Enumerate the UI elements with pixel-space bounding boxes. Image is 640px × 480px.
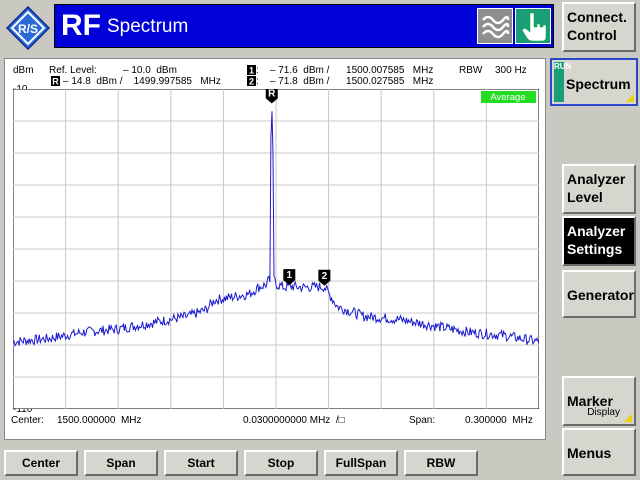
rbw-label: RBW	[459, 65, 483, 76]
analyzer-settings-button[interactable]: Analyzer Settings	[562, 216, 636, 266]
svg-text:R: R	[52, 77, 59, 87]
svg-text:1: 1	[287, 270, 293, 281]
svg-text:2: 2	[322, 271, 328, 282]
marker-display-label: Display	[587, 407, 620, 418]
r-marker-icon: R	[51, 76, 60, 86]
marker-1-readout: : – 71.6 dBm / 1500.007585 MHz	[256, 65, 434, 76]
corner-flag-icon	[626, 94, 634, 102]
center-value: 1500.000000 MHz	[57, 415, 142, 426]
rbw-value: 300 Hz	[495, 65, 527, 76]
connect-control-button[interactable]: Connect. Control	[562, 2, 636, 52]
center-label: Center:	[11, 415, 44, 426]
start-button[interactable]: Start	[164, 450, 238, 476]
division-value: 0.0300000000 MHz /□	[243, 415, 345, 426]
mode-title: Spectrum	[107, 16, 189, 37]
rohde-schwarz-logo: R/S	[6, 6, 50, 50]
span-value: 0.300000 MHz	[465, 415, 533, 426]
r-marker-readout: – 14.8 dBm / 1499.997585 MHz	[63, 76, 221, 87]
svg-text:1: 1	[249, 66, 254, 76]
stop-button[interactable]: Stop	[244, 450, 318, 476]
signal-button[interactable]	[477, 8, 513, 44]
spectrum-button[interactable]: RUN Spectrum	[550, 58, 638, 106]
marker-1-icon: 1	[247, 65, 256, 75]
fullspan-button[interactable]: FullSpan	[324, 450, 398, 476]
run-indicator: RUN	[554, 62, 571, 102]
span-button[interactable]: Span	[84, 450, 158, 476]
average-badge-text: Average	[490, 92, 525, 103]
center-button[interactable]: Center	[4, 450, 78, 476]
marker-2-readout: : – 71.8 dBm / 1500.027585 MHz	[256, 76, 434, 87]
svg-text:2: 2	[249, 77, 254, 87]
ref-level-value: – 10.0 dBm	[123, 65, 177, 76]
ref-level-label: Ref. Level:	[49, 65, 97, 76]
spectrum-label: Spectrum	[566, 76, 631, 92]
spectrum-panel: dBm Ref. Level: – 10.0 dBm R – 14.8 dBm …	[4, 58, 546, 440]
app-title: RF	[61, 9, 101, 42]
wave-icon	[482, 15, 510, 39]
unit-label: dBm	[13, 65, 34, 76]
marker-button[interactable]: Marker Display	[562, 376, 636, 426]
title-bar: RF Spectrum	[54, 4, 554, 48]
rbw-button[interactable]: RBW	[404, 450, 478, 476]
span-label: Span:	[409, 415, 436, 426]
touch-button[interactable]	[515, 8, 551, 44]
marker-2-icon: 2	[247, 76, 256, 86]
hand-pointer-icon	[521, 12, 547, 42]
corner-flag-icon	[624, 414, 632, 422]
svg-text:R: R	[268, 89, 276, 99]
menus-button[interactable]: Menus	[562, 428, 636, 476]
generator-button[interactable]: Generator	[562, 270, 636, 318]
spectrum-plot: R 1 2 Average	[13, 89, 539, 409]
analyzer-level-button[interactable]: Analyzer Level	[562, 164, 636, 214]
logo-text: R/S	[18, 22, 38, 36]
